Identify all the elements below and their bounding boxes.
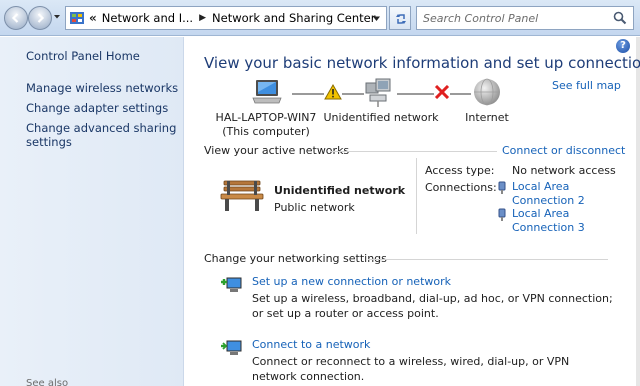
warning-icon [324, 84, 342, 100]
recent-pages-dropdown-icon[interactable] [52, 12, 62, 22]
connection-line [450, 93, 471, 95]
see-also-heading: See also [26, 378, 69, 386]
local-area-connection-2-link[interactable]: Local Area Connection 2 [512, 180, 585, 207]
breadcrumb-separator-icon[interactable]: ▶ [199, 13, 206, 23]
connect-to-network-description: Connect or reconnect to a wireless, wire… [252, 355, 570, 383]
change-settings-heading: Change your networking settings [204, 252, 387, 265]
setup-new-connection-description: Set up a wireless, broadband, dial-up, a… [252, 292, 613, 320]
control-panel-home-link[interactable]: Control Panel Home [26, 49, 140, 63]
change-advanced-sharing-settings-link[interactable]: Change advanced sharing settings [26, 121, 181, 149]
internet-label: Internet [465, 111, 509, 124]
laptop-computer-icon[interactable] [251, 78, 283, 108]
help-button[interactable]: ? [616, 39, 630, 53]
network-location-type[interactable]: Public network [274, 201, 355, 214]
active-network-name[interactable]: Unidentified network [274, 184, 405, 197]
connect-to-network-icon [221, 340, 242, 355]
manage-wireless-networks-link[interactable]: Manage wireless networks [26, 81, 181, 95]
connection-line [292, 93, 324, 95]
vertical-scrollbar[interactable] [636, 37, 640, 386]
connection-line [397, 93, 434, 95]
connection-link-line[interactable]: Local Area [512, 180, 585, 194]
unidentified-network-label: Unidentified network [323, 111, 439, 124]
main-content: ? View your basic network information an… [185, 37, 640, 386]
computer-name-label: HAL-LAPTOP-WIN7 [215, 111, 317, 124]
error-x-icon [434, 85, 450, 99]
page-title: View your basic network information and … [204, 54, 640, 72]
divider [330, 151, 497, 152]
refresh-icon [396, 14, 406, 24]
connection-link-line[interactable]: Connection 3 [512, 221, 585, 235]
search-icon[interactable] [613, 11, 627, 25]
forward-button[interactable] [28, 6, 52, 30]
unidentified-network-icon[interactable] [364, 77, 394, 109]
connection-link-line[interactable]: Local Area [512, 207, 585, 221]
vertical-divider [416, 158, 417, 234]
divider [368, 259, 608, 260]
address-field[interactable]: « Network and I... ▶ Network and Sharing… [65, 6, 387, 30]
change-adapter-settings-link[interactable]: Change adapter settings [26, 101, 181, 115]
internet-globe-icon[interactable] [472, 77, 502, 107]
left-task-pane: Control Panel Home Manage wireless netwo… [0, 37, 184, 386]
new-connection-icon [221, 277, 242, 292]
connections-label: Connections: [425, 181, 497, 194]
arrow-right-icon [37, 13, 45, 23]
this-computer-label: (This computer) [222, 125, 310, 138]
public-network-bench-icon [220, 180, 264, 211]
breadcrumb-network-and-internet[interactable]: Network and I... [102, 11, 193, 25]
local-area-connection-3-link[interactable]: Local Area Connection 3 [512, 207, 585, 234]
active-networks-heading: View your active networks [204, 144, 350, 157]
see-full-map-link[interactable]: See full map [552, 79, 621, 92]
network-adapter-icon [498, 208, 506, 221]
overflow-chevron[interactable]: « [89, 11, 97, 25]
access-type-value: No network access [512, 164, 616, 177]
connection-line [342, 93, 364, 95]
connect-or-disconnect-link[interactable]: Connect or disconnect [502, 144, 625, 157]
search-box[interactable] [416, 6, 634, 30]
access-type-label: Access type: [425, 164, 495, 177]
chevron-down-icon[interactable] [372, 15, 381, 23]
task-list: Manage wireless networks Change adapter … [26, 81, 181, 155]
refresh-button[interactable] [389, 6, 411, 30]
breadcrumb-network-sharing-center[interactable]: Network and Sharing Center [212, 11, 375, 25]
arrow-left-icon [11, 13, 19, 23]
control-panel-icon [70, 12, 84, 24]
address-toolbar: « Network and I... ▶ Network and Sharing… [0, 0, 640, 36]
network-adapter-icon [498, 181, 506, 194]
connection-link-line[interactable]: Connection 2 [512, 194, 585, 208]
back-button[interactable] [4, 6, 28, 30]
connect-to-network-link[interactable]: Connect to a network [252, 338, 370, 351]
setup-new-connection-link[interactable]: Set up a new connection or network [252, 275, 451, 288]
search-input[interactable] [417, 7, 597, 29]
